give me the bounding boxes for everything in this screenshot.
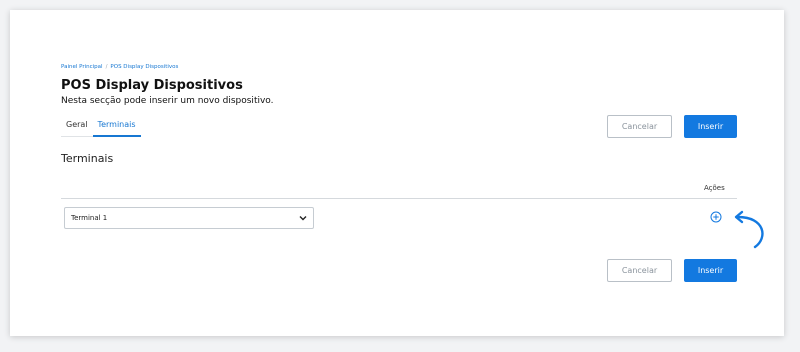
- cancel-button-top[interactable]: Cancelar: [607, 115, 672, 138]
- insert-button-bottom[interactable]: Inserir: [684, 259, 737, 282]
- tab-geral[interactable]: Geral: [61, 118, 93, 137]
- device-form-card: Painel Principal / POS Display Dispositivo…: [10, 10, 784, 336]
- breadcrumb: Painel Principal / POS Display Dispositivo…: [61, 64, 178, 70]
- insert-button-top[interactable]: Inserir: [684, 115, 737, 138]
- terminal-select[interactable]: Terminal 1: [64, 207, 314, 229]
- tab-terminais[interactable]: Terminais: [92, 118, 141, 137]
- terminals-section-title: Terminais: [61, 152, 114, 165]
- curved-arrow-icon: [734, 210, 764, 249]
- terminal-select-value: Terminal 1: [71, 214, 108, 222]
- actions-column-header: Ações: [704, 184, 725, 192]
- table-divider: [61, 198, 737, 199]
- chevron-down-icon: [299, 216, 307, 221]
- tab-bar: Geral Terminais: [61, 118, 141, 138]
- breadcrumb-current[interactable]: POS Display Dispositivos: [110, 64, 178, 70]
- cancel-button-bottom[interactable]: Cancelar: [607, 259, 672, 282]
- page-subtitle: Nesta secção pode inserir um novo dispos…: [61, 96, 274, 106]
- breadcrumb-home-link[interactable]: Painel Principal: [61, 64, 103, 70]
- page-title: POS Display Dispositivos: [61, 78, 243, 93]
- breadcrumb-separator: /: [105, 64, 108, 70]
